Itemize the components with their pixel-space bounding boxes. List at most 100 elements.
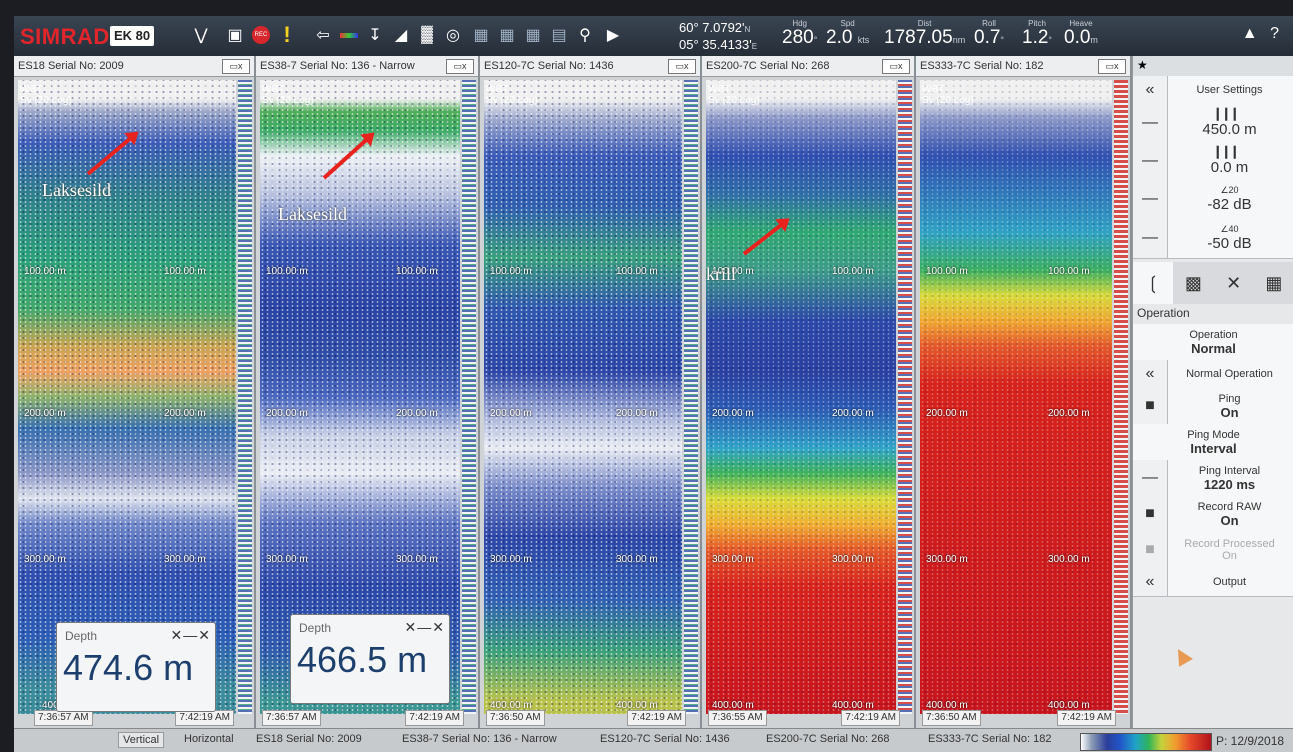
wbt-label: WBT Sv (20 Log) xyxy=(262,84,314,106)
normal-operation-row[interactable]: « Normal Operation xyxy=(1133,360,1293,389)
echogram-es38[interactable]: ES38-7 Serial No: 136 - Narrow ▭x WBT Sv … xyxy=(256,56,480,728)
tab-display-icon[interactable]: ▩ xyxy=(1173,262,1213,304)
stop-icon[interactable]: ■ xyxy=(1133,532,1168,568)
wbt-label: WBT Sv (20 Log) xyxy=(708,84,760,106)
depth-readout-box[interactable]: Depth ✕—✕ 466.5 m xyxy=(290,614,450,704)
ping-mode-button[interactable]: Ping Mode Interval xyxy=(1133,424,1293,461)
export-icon[interactable]: ▶ xyxy=(602,24,624,46)
tab-es200[interactable]: ES200-7C Serial No: 268 xyxy=(766,733,890,745)
tab-operation-icon[interactable]: ❲ xyxy=(1133,262,1174,304)
minus-icon[interactable]: — xyxy=(1133,180,1168,218)
collapse-icon[interactable]: « xyxy=(1133,360,1168,388)
minus-icon[interactable]: — xyxy=(1133,104,1168,142)
pane-title[interactable]: ES38-7 Serial No: 136 - Narrow xyxy=(256,56,478,77)
tab-es120[interactable]: ES120-7C Serial No: 1436 xyxy=(600,733,730,745)
bottom-icon[interactable]: ◢ xyxy=(390,24,412,46)
echogram-es333[interactable]: ES333-7C Serial No: 182 ▭x WBT Sv (20 Log… xyxy=(916,56,1132,728)
user-settings-text: User Settings xyxy=(1196,84,1263,96)
start-depth-row[interactable]: — ▎▎▎ 0.0 m xyxy=(1133,142,1293,181)
arrow-left-icon[interactable]: ⇦ xyxy=(312,24,334,46)
stop-icon[interactable]: ■ xyxy=(1133,388,1168,424)
item-value: On xyxy=(1222,550,1237,562)
minus-icon[interactable]: — xyxy=(1133,142,1168,180)
tab-es38[interactable]: ES38-7 Serial No: 136 - Narrow xyxy=(402,733,557,745)
chevrons-icon[interactable]: ⋁ xyxy=(190,24,212,46)
echogram-es18[interactable]: ES18 Serial No: 2009 ▭x WBT Sv (20 Log) 1… xyxy=(14,56,256,728)
alarm-icon[interactable]: ▲ xyxy=(1242,25,1258,42)
pane-window-buttons[interactable]: ▭x xyxy=(1098,59,1126,74)
pane-title[interactable]: ES18 Serial No: 2009 xyxy=(14,56,254,77)
camera-icon[interactable]: ▣ xyxy=(224,24,246,46)
minus-icon[interactable]: — xyxy=(1133,218,1168,258)
output-row[interactable]: « Output xyxy=(1133,568,1293,597)
depth-value: 474.6 m xyxy=(63,647,194,688)
ping-row[interactable]: ■ Ping On xyxy=(1133,388,1293,425)
layers-icon[interactable]: ▤ xyxy=(548,24,570,46)
annotation-laksesild: Laksesild xyxy=(278,204,347,224)
longitude: 05° 35.4133' xyxy=(679,37,752,52)
echogram-image[interactable] xyxy=(484,80,682,714)
color-bar-icon[interactable] xyxy=(338,24,360,46)
start-depth-value: 0.0 m xyxy=(1210,159,1249,176)
section-header: Operation xyxy=(1137,306,1190,320)
depthbox-buttons[interactable]: ✕—✕ xyxy=(405,619,445,636)
tab-vertical[interactable]: Vertical xyxy=(118,732,165,748)
depth-readout-box[interactable]: Depth ✕—✕ 474.6 m xyxy=(56,622,216,712)
record-processed-row[interactable]: ■ Record Processed On xyxy=(1133,532,1293,569)
depth-label: 300.00 m xyxy=(24,554,66,565)
tvg40-row[interactable]: — ∠40 -50 dB xyxy=(1133,218,1293,259)
help-icon[interactable]: ? xyxy=(1270,25,1279,42)
depth-label: 200.00 m xyxy=(24,408,66,419)
depth-icon[interactable]: ↧ xyxy=(364,24,386,46)
depth-label: 300.00 m xyxy=(490,554,532,565)
panel-tabs: ❲ ▩ ✕ ▦ xyxy=(1133,262,1293,304)
user-settings-row[interactable]: « User Settings xyxy=(1133,76,1293,105)
pane-title[interactable]: ES120-7C Serial No: 1436 xyxy=(480,56,700,77)
echogram-image[interactable] xyxy=(920,80,1112,714)
pane-window-buttons[interactable]: ▭x xyxy=(222,59,250,74)
item-value: Normal xyxy=(1191,340,1236,356)
echogram-es120[interactable]: ES120-7C Serial No: 1436 ▭x WBT Sv (20 Lo… xyxy=(480,56,702,728)
echogram-es200[interactable]: ES200-7C Serial No: 268 ▭x WBT Sv (20 Log… xyxy=(702,56,916,728)
range-row[interactable]: — ▎▎▎ 450.0 m xyxy=(1133,104,1293,143)
start-time: 7:36:50 AM xyxy=(922,710,981,726)
operation-button[interactable]: Operation Normal xyxy=(1133,324,1293,361)
record-raw-row[interactable]: ■ Record RAW On xyxy=(1133,496,1293,533)
pane-window-buttons[interactable]: ▭x xyxy=(668,59,696,74)
record-icon[interactable]: REC xyxy=(250,24,272,46)
pane-window-buttons[interactable]: ▭x xyxy=(446,59,474,74)
collapse-icon[interactable]: « xyxy=(1133,76,1168,104)
tab-setup-icon[interactable]: ✕ xyxy=(1214,262,1254,304)
item-value: 1220 ms xyxy=(1203,476,1256,492)
simrad-logo: SIMRAD xyxy=(20,24,110,49)
ping-interval-row[interactable]: — Ping Interval 1220 ms xyxy=(1133,460,1293,497)
item-label: Record Processed xyxy=(1184,538,1275,550)
pane-window-buttons[interactable]: ▭x xyxy=(882,59,910,74)
tab-es18[interactable]: ES18 Serial No: 2009 xyxy=(256,733,362,745)
collapse-icon[interactable]: « xyxy=(1133,568,1168,596)
depth-label: 300.00 m xyxy=(396,554,438,565)
pin-icon[interactable]: ★ xyxy=(1137,58,1148,72)
target-icon[interactable]: ◎ xyxy=(442,24,464,46)
tvg20-row[interactable]: — ∠20 -82 dB xyxy=(1133,180,1293,219)
color-scale-bar[interactable] xyxy=(1080,733,1212,751)
item-label: Normal Operation xyxy=(1186,368,1273,380)
echogram-image[interactable] xyxy=(706,80,896,714)
speed-value: 2.0 xyxy=(826,27,853,48)
tab-horizontal[interactable]: Horizontal xyxy=(184,733,234,745)
alert-icon[interactable]: ! xyxy=(276,22,298,47)
echogram-image[interactable] xyxy=(18,80,236,714)
zoom-icon[interactable]: ⚲ xyxy=(574,24,596,46)
stop-icon[interactable]: ■ xyxy=(1133,496,1168,532)
grid3-icon[interactable]: ▦ xyxy=(522,24,544,46)
tab-active-icon[interactable]: ▦ xyxy=(1254,262,1293,304)
grid2-icon[interactable]: ▦ xyxy=(496,24,518,46)
sv-text: Sv (20 Log) xyxy=(922,95,974,106)
pitch-value: 1.2 xyxy=(1022,27,1049,48)
heading-unit: ° xyxy=(813,35,818,45)
bars-icon[interactable]: ▓ xyxy=(416,24,438,46)
tab-es333[interactable]: ES333-7C Serial No: 182 xyxy=(928,733,1052,745)
grid-icon[interactable]: ▦ xyxy=(470,24,492,46)
depthbox-buttons[interactable]: ✕—✕ xyxy=(171,627,211,644)
minus-icon[interactable]: — xyxy=(1133,460,1168,496)
